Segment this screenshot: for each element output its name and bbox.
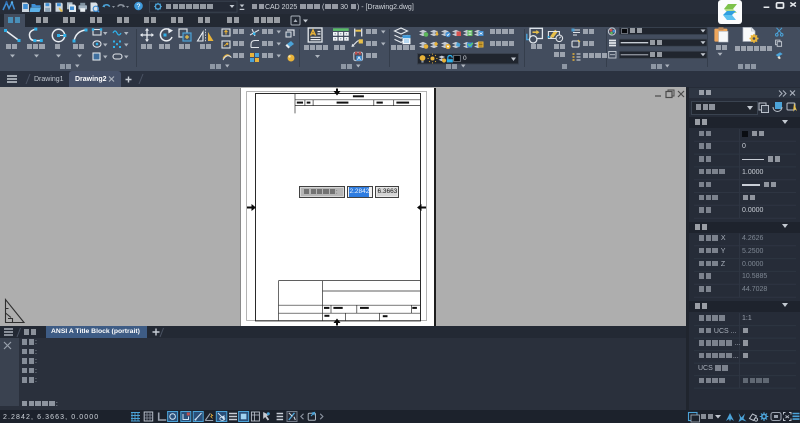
svg-text:?: ? [137,4,141,11]
